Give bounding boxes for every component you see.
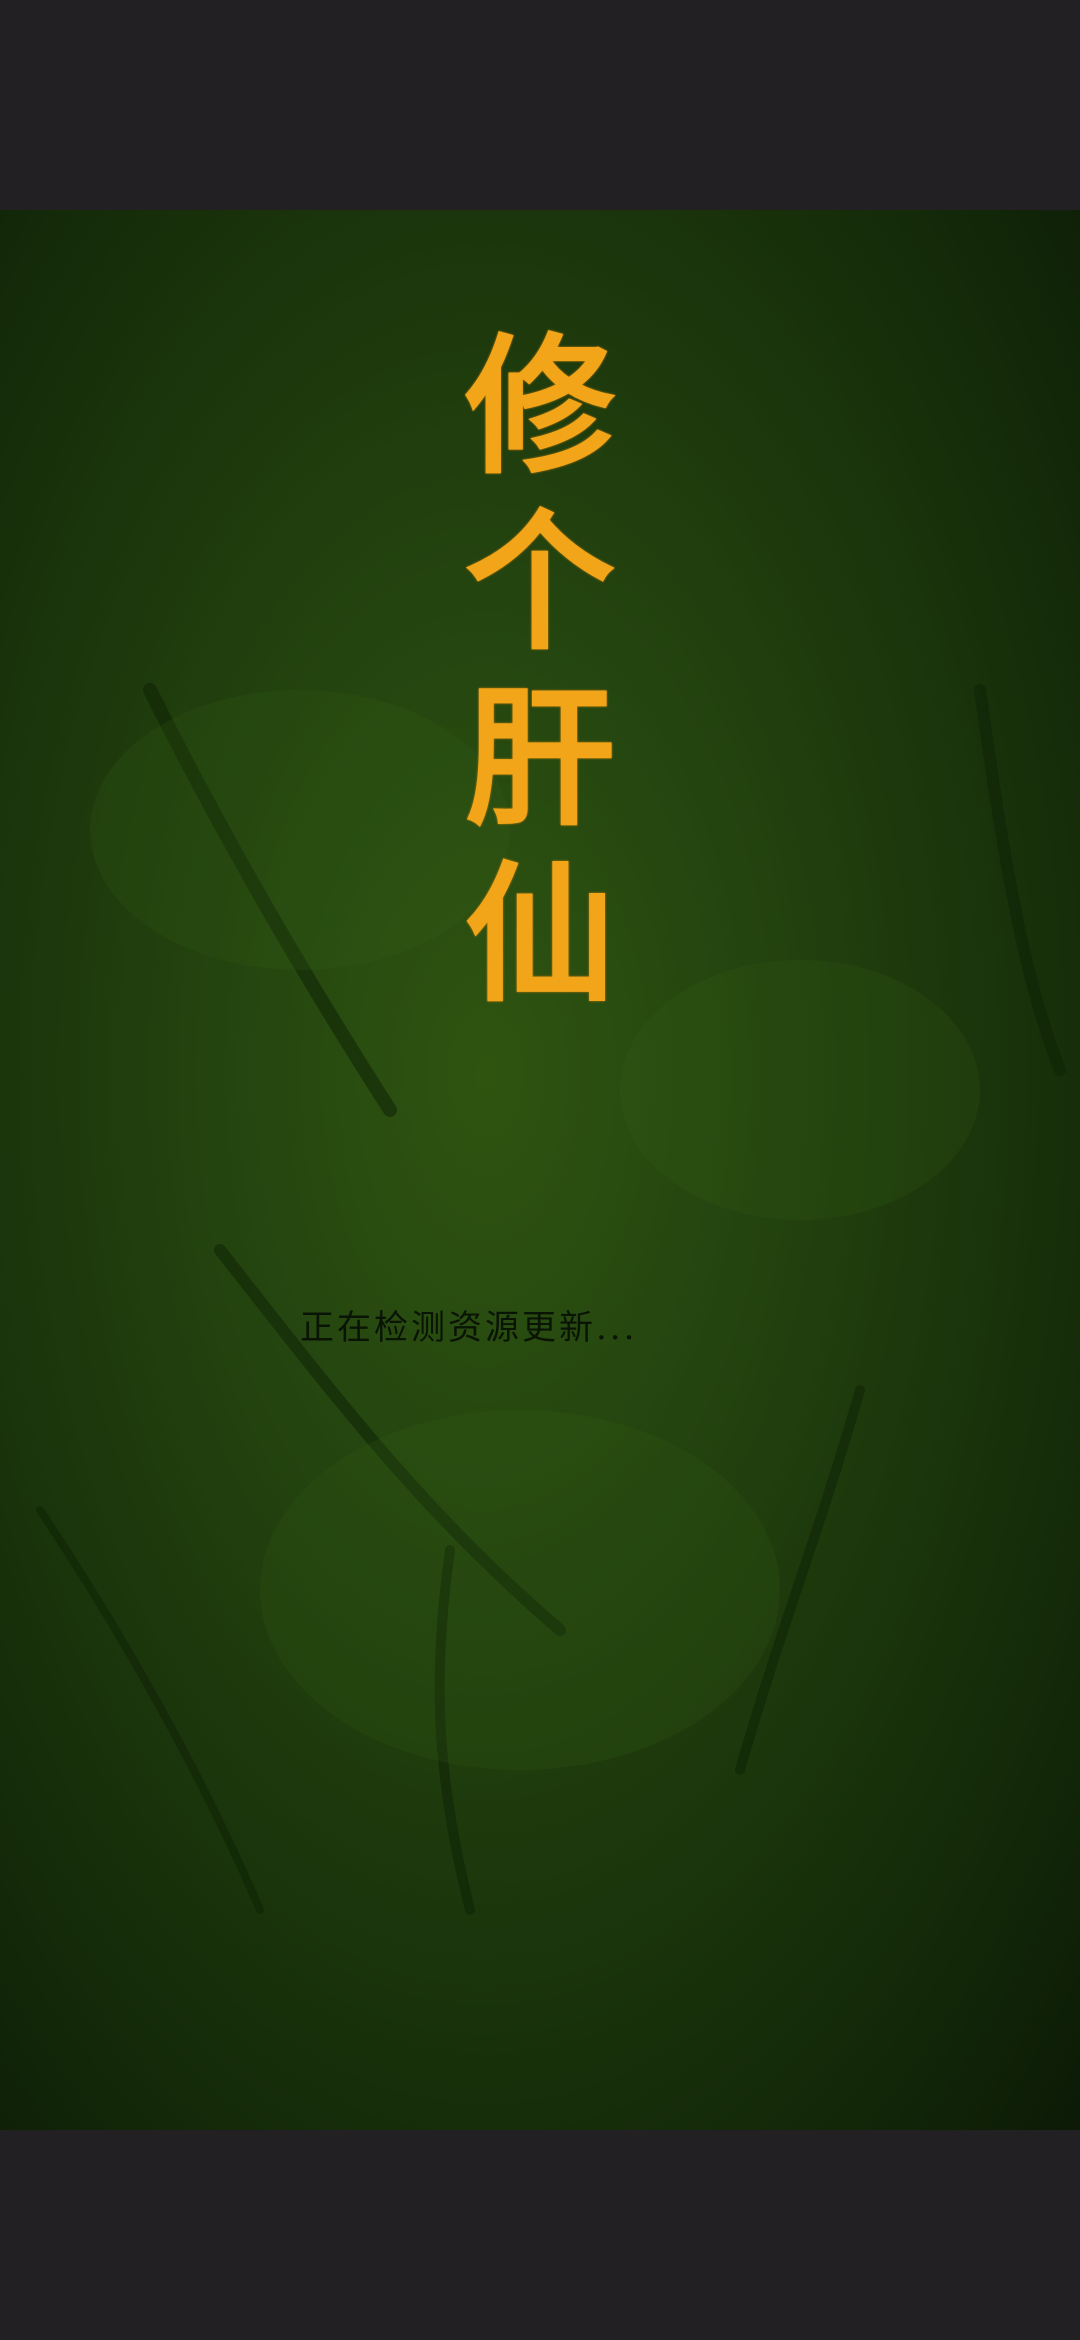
title-char-4: 仙	[464, 849, 615, 1023]
game-title: 修 个 肝 仙	[440, 320, 640, 1023]
loading-status-text: 正在检测资源更新...	[300, 1308, 638, 1348]
title-char-1: 修	[464, 321, 615, 495]
app-screen: 修 个 肝 仙 正在检测资源更新...	[0, 0, 1080, 2340]
title-char-3: 肝	[464, 673, 615, 847]
letterbox-top	[0, 0, 1080, 210]
title-char-2: 个	[464, 497, 615, 671]
loading-screen: 修 个 肝 仙 正在检测资源更新...	[0, 210, 1080, 2130]
letterbox-bottom	[0, 2130, 1080, 2340]
